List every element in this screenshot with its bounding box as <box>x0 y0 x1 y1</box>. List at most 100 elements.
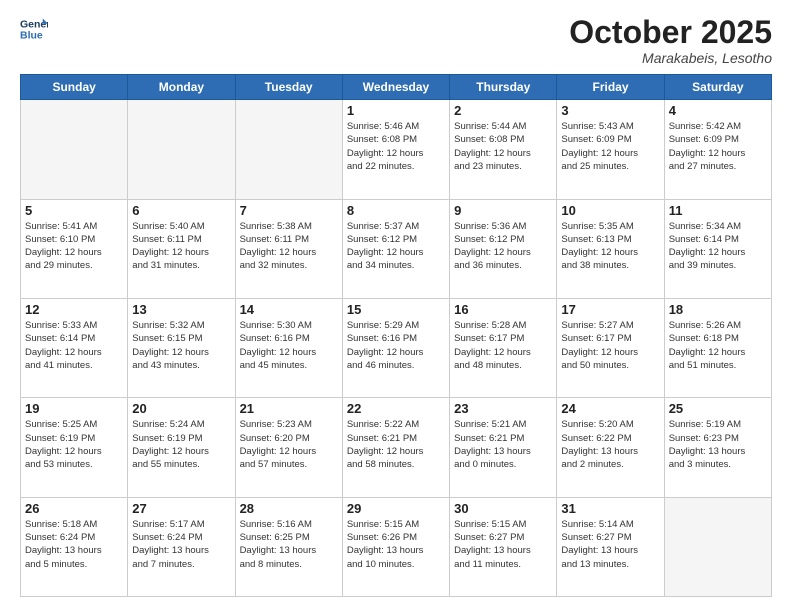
day-number: 8 <box>347 203 445 218</box>
cell-info: Sunrise: 5:40 AMSunset: 6:11 PMDaylight:… <box>132 220 230 273</box>
day-number: 28 <box>240 501 338 516</box>
day-number: 4 <box>669 103 767 118</box>
calendar-cell: 31Sunrise: 5:14 AMSunset: 6:27 PMDayligh… <box>557 497 664 596</box>
calendar-cell: 18 Sunrise: 5:26 AMSunset: 6:18 PMDayligh… <box>664 298 771 397</box>
cell-info: Sunrise: 5:38 AMSunset: 6:11 PMDaylight:… <box>240 220 338 273</box>
calendar-cell: 2 Sunrise: 5:44 AMSunset: 6:08 PMDaylight… <box>450 100 557 199</box>
cell-info: Sunrise: 5:19 AMSunset: 6:23 PMDaylight:… <box>669 418 767 471</box>
weekday-header: Sunday <box>21 75 128 100</box>
day-number: 3 <box>561 103 659 118</box>
cell-info: Sunrise: 5:15 AMSunset: 6:26 PMDaylight:… <box>347 518 445 571</box>
cell-info: Sunrise: 5:30 AMSunset: 6:16 PMDaylight:… <box>240 319 338 372</box>
cell-info: Sunrise: 5:29 AMSunset: 6:16 PMDaylight:… <box>347 319 445 372</box>
day-number: 2 <box>454 103 552 118</box>
calendar-cell: 15 Sunrise: 5:29 AMSunset: 6:16 PMDayligh… <box>342 298 449 397</box>
calendar-cell <box>664 497 771 596</box>
calendar-cell: 3 Sunrise: 5:43 AMSunset: 6:09 PMDaylight… <box>557 100 664 199</box>
calendar-cell: 20 Sunrise: 5:24 AMSunset: 6:19 PMDayligh… <box>128 398 235 497</box>
day-number: 22 <box>347 401 445 416</box>
cell-info: Sunrise: 5:27 AMSunset: 6:17 PMDaylight:… <box>561 319 659 372</box>
day-number: 16 <box>454 302 552 317</box>
calendar-cell <box>235 100 342 199</box>
calendar-cell: 12Sunrise: 5:33 AMSunset: 6:14 PMDayligh… <box>21 298 128 397</box>
calendar-cell: 13Sunrise: 5:32 AMSunset: 6:15 PMDayligh… <box>128 298 235 397</box>
day-number: 23 <box>454 401 552 416</box>
calendar-cell: 16 Sunrise: 5:28 AMSunset: 6:17 PMDayligh… <box>450 298 557 397</box>
calendar-cell: 9Sunrise: 5:36 AMSunset: 6:12 PMDaylight… <box>450 199 557 298</box>
calendar-cell <box>21 100 128 199</box>
calendar-week-row: 1 Sunrise: 5:46 AMSunset: 6:08 PMDaylight… <box>21 100 772 199</box>
calendar-cell: 5 Sunrise: 5:41 AMSunset: 6:10 PMDaylight… <box>21 199 128 298</box>
day-number: 30 <box>454 501 552 516</box>
cell-info: Sunrise: 5:20 AMSunset: 6:22 PMDaylight:… <box>561 418 659 471</box>
day-number: 17 <box>561 302 659 317</box>
cell-info: Sunrise: 5:25 AMSunset: 6:19 PMDaylight:… <box>25 418 123 471</box>
cell-info: Sunrise: 5:28 AMSunset: 6:17 PMDaylight:… <box>454 319 552 372</box>
weekday-header-row: SundayMondayTuesdayWednesdayThursdayFrid… <box>21 75 772 100</box>
calendar-cell: 25 Sunrise: 5:19 AMSunset: 6:23 PMDayligh… <box>664 398 771 497</box>
weekday-header: Monday <box>128 75 235 100</box>
calendar-week-row: 5 Sunrise: 5:41 AMSunset: 6:10 PMDaylight… <box>21 199 772 298</box>
day-number: 25 <box>669 401 767 416</box>
cell-info: Sunrise: 5:32 AMSunset: 6:15 PMDaylight:… <box>132 319 230 372</box>
calendar-cell: 11 Sunrise: 5:34 AMSunset: 6:14 PMDayligh… <box>664 199 771 298</box>
day-number: 5 <box>25 203 123 218</box>
day-number: 14 <box>240 302 338 317</box>
day-number: 11 <box>669 203 767 218</box>
cell-info: Sunrise: 5:37 AMSunset: 6:12 PMDaylight:… <box>347 220 445 273</box>
day-number: 21 <box>240 401 338 416</box>
calendar-cell: 7 Sunrise: 5:38 AMSunset: 6:11 PMDaylight… <box>235 199 342 298</box>
day-number: 15 <box>347 302 445 317</box>
day-number: 31 <box>561 501 659 516</box>
cell-info: Sunrise: 5:46 AMSunset: 6:08 PMDaylight:… <box>347 120 445 173</box>
svg-text:Blue: Blue <box>20 30 43 42</box>
calendar-cell: 27Sunrise: 5:17 AMSunset: 6:24 PMDayligh… <box>128 497 235 596</box>
day-number: 7 <box>240 203 338 218</box>
calendar-cell: 19 Sunrise: 5:25 AMSunset: 6:19 PMDayligh… <box>21 398 128 497</box>
weekday-header: Thursday <box>450 75 557 100</box>
logo-icon: General Blue <box>20 15 48 43</box>
day-number: 19 <box>25 401 123 416</box>
cell-info: Sunrise: 5:43 AMSunset: 6:09 PMDaylight:… <box>561 120 659 173</box>
day-number: 24 <box>561 401 659 416</box>
calendar-cell: 8 Sunrise: 5:37 AMSunset: 6:12 PMDaylight… <box>342 199 449 298</box>
weekday-header: Friday <box>557 75 664 100</box>
calendar-cell: 22 Sunrise: 5:22 AMSunset: 6:21 PMDayligh… <box>342 398 449 497</box>
day-number: 18 <box>669 302 767 317</box>
cell-info: Sunrise: 5:33 AMSunset: 6:14 PMDaylight:… <box>25 319 123 372</box>
calendar-table: SundayMondayTuesdayWednesdayThursdayFrid… <box>20 74 772 597</box>
calendar-cell: 1 Sunrise: 5:46 AMSunset: 6:08 PMDaylight… <box>342 100 449 199</box>
day-number: 6 <box>132 203 230 218</box>
cell-info: Sunrise: 5:18 AMSunset: 6:24 PMDaylight:… <box>25 518 123 571</box>
title-section: October 2025 Marakabeis, Lesotho <box>569 15 772 66</box>
calendar-cell <box>128 100 235 199</box>
calendar-page: General Blue October 2025 Marakabeis, Le… <box>0 0 792 612</box>
calendar-cell: 23 Sunrise: 5:21 AMSunset: 6:21 PMDayligh… <box>450 398 557 497</box>
calendar-week-row: 12Sunrise: 5:33 AMSunset: 6:14 PMDayligh… <box>21 298 772 397</box>
cell-info: Sunrise: 5:34 AMSunset: 6:14 PMDaylight:… <box>669 220 767 273</box>
day-number: 26 <box>25 501 123 516</box>
day-number: 10 <box>561 203 659 218</box>
day-number: 1 <box>347 103 445 118</box>
calendar-cell: 17 Sunrise: 5:27 AMSunset: 6:17 PMDayligh… <box>557 298 664 397</box>
cell-info: Sunrise: 5:41 AMSunset: 6:10 PMDaylight:… <box>25 220 123 273</box>
cell-info: Sunrise: 5:35 AMSunset: 6:13 PMDaylight:… <box>561 220 659 273</box>
location: Marakabeis, Lesotho <box>569 50 772 66</box>
calendar-cell: 30 Sunrise: 5:15 AMSunset: 6:27 PMDayligh… <box>450 497 557 596</box>
day-number: 29 <box>347 501 445 516</box>
cell-info: Sunrise: 5:21 AMSunset: 6:21 PMDaylight:… <box>454 418 552 471</box>
calendar-cell: 28 Sunrise: 5:16 AMSunset: 6:25 PMDayligh… <box>235 497 342 596</box>
cell-info: Sunrise: 5:17 AMSunset: 6:24 PMDaylight:… <box>132 518 230 571</box>
day-number: 20 <box>132 401 230 416</box>
calendar-cell: 26 Sunrise: 5:18 AMSunset: 6:24 PMDayligh… <box>21 497 128 596</box>
cell-info: Sunrise: 5:22 AMSunset: 6:21 PMDaylight:… <box>347 418 445 471</box>
cell-info: Sunrise: 5:24 AMSunset: 6:19 PMDaylight:… <box>132 418 230 471</box>
cell-info: Sunrise: 5:26 AMSunset: 6:18 PMDaylight:… <box>669 319 767 372</box>
day-number: 9 <box>454 203 552 218</box>
calendar-week-row: 19 Sunrise: 5:25 AMSunset: 6:19 PMDayligh… <box>21 398 772 497</box>
cell-info: Sunrise: 5:16 AMSunset: 6:25 PMDaylight:… <box>240 518 338 571</box>
calendar-cell: 10 Sunrise: 5:35 AMSunset: 6:13 PMDayligh… <box>557 199 664 298</box>
weekday-header: Saturday <box>664 75 771 100</box>
cell-info: Sunrise: 5:15 AMSunset: 6:27 PMDaylight:… <box>454 518 552 571</box>
cell-info: Sunrise: 5:44 AMSunset: 6:08 PMDaylight:… <box>454 120 552 173</box>
